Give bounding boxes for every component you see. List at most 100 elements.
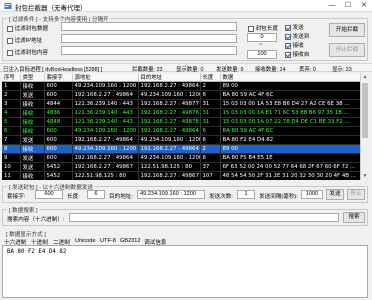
table-cell: 6 [200,153,221,163]
filter-data-input[interactable] [61,22,237,31]
scroll-down-icon[interactable]: ▼ [361,172,368,180]
tab-gb2312[interactable]: GB2312 [120,238,141,244]
table-row[interactable]: 2 发送 600 192.168.2.27 : 49864 49.234.109.160… [2,90,361,100]
table-cell: 600 [44,90,73,100]
stop-capture-button[interactable]: 停止拦截 [329,43,365,57]
filter-length-checkbox[interactable]: 封包长度 [248,24,278,32]
packet-table[interactable]: 序号 类型 套接字 源地址 目的地址 长度 数据 1 接收 600 49.234.10… [2,73,368,180]
start-capture-button[interactable]: 开始拦截 [329,23,365,37]
table-cell: 接收 [20,126,45,136]
recv-count: 接收数量: 14 [255,67,286,73]
table-cell: 6 [200,126,221,136]
table-cell: 122.51.98.125 : 80 [138,162,201,172]
filter-group: [ 过滤条件 ] - 支持多个内容使用 | 分隔开 过滤封包数据 过滤IP地址 … [2,15,368,61]
column-header[interactable]: 长度 [200,73,221,82]
search-label: 搜索内容（十六进制）: [7,217,65,223]
scroll-up-icon[interactable]: ▲ [361,73,368,81]
type-recv-checkbox[interactable]: 接收 [285,41,304,49]
table-cell: 31 [200,99,221,109]
search-input[interactable] [69,213,339,222]
table-cell: 192.168.2.27 : 49864 [138,144,201,154]
target-address-input[interactable]: 49.234.109.160 : 1200 [137,190,205,199]
table-cell: 49.234.109.160 : 1200 [138,90,201,100]
table-cell: 600 [44,135,73,145]
table-cell: 600 [44,144,73,154]
tab-utf8[interactable]: UTF-8 [100,238,116,244]
column-header[interactable]: 源地址 [72,73,139,82]
send-group: [ 发送封包 ] - 以十六进制数据发送 套接字: 600 长度: 6 目的地址… [2,183,368,203]
table-cell: 192.168.2.27 : 49864 [138,126,201,136]
search-button[interactable]: 搜索 [343,212,365,223]
socket-label: 套接字: [7,194,26,200]
length-max-input[interactable]: 100 [247,50,277,59]
table-row[interactable]: 6 接收 600 49.234.109.160 : 1200 192.168.2.27 … [2,126,361,136]
table-cell: 4836 [44,108,73,118]
filter-ip-input[interactable] [61,34,237,43]
title-bar: 封包拦截器（无毒代理） — ☐ ✕ [0,0,372,12]
table-cell: 37 [200,162,221,172]
filter-ip-checkbox[interactable]: 过滤IP地址 [7,36,42,44]
table-cell: BA 80 F5 B4 E5 1E [220,153,361,163]
table-cell: 发送 [20,90,45,100]
packet-display-area[interactable]: BA 80 F2 E4 D4 82 [2,245,368,298]
table-row[interactable]: 10 发送 5452 192.168.2.27 : 49867 122.51.98.12… [2,162,361,172]
filter-content-input[interactable] [61,46,237,55]
table-row[interactable]: 1 接收 600 49.234.109.160 : 1200 192.168.2.27 … [2,81,361,91]
table-cell: 121.36.239.140 : 443 [72,99,139,109]
send-interval-input[interactable]: 1000 [301,190,323,199]
send-times-input[interactable]: 1 [237,190,255,199]
table-cell: 49.234.109.160 : 1200 [72,81,139,91]
table-cell: 接收 [20,81,45,91]
table-row[interactable]: 11 接收 5452 122.51.98.125 : 80 192.168.2.27 :… [2,171,361,180]
close-button[interactable]: ✕ [356,0,372,12]
table-cell: 15 03 03 00 1A 07 22 78 D4 DE C1 BE 33 F… [220,117,361,127]
table-cell: 192.168.2.27 : 49864 [72,153,139,163]
table-cell: 48 54 54 50 2F 31 2E 31 20 32 30 30 20 4… [220,171,361,180]
column-header[interactable]: 序号 [2,73,21,82]
table-row[interactable]: 7 发送 600 192.168.2.27 : 49864 49.234.109.160… [2,135,361,145]
filter-data-checkbox[interactable]: 过滤封包数据 [7,24,48,32]
table-cell: 发送 [20,135,45,145]
display-tabs: 十六进制 十进制 二进制 Unicode UTF-8 GB2312 调试信息 [4,238,368,246]
send-button[interactable]: 发送 [326,189,344,200]
table-cell: 49.234.109.160 : 1200 [138,153,201,163]
table-row[interactable]: 8 接收 600 49.234.109.160 : 1200 192.168.2.27 … [2,144,361,154]
status-bar: 已注入目标进程 [ dvBoxHeadless [5288] ] 拦截数量: 2… [0,63,372,73]
column-header[interactable]: 数据 [220,73,361,82]
table-cell: 10 [2,162,21,172]
column-header[interactable]: 目的地址 [138,73,201,82]
scroll-thumb[interactable] [362,83,368,138]
table-cell: 3 [2,99,21,109]
table-cell: 15 03 03 00 1A E1 71 6C 53 88 B6 97 35 1… [220,108,361,118]
column-header[interactable]: 套接字 [44,73,73,82]
times-label: 发送次数: [209,194,233,200]
type-sendto-checkbox[interactable]: 发送到 [285,32,309,40]
type-send-checkbox[interactable]: 发送 [285,23,304,31]
length-min-input[interactable]: 0 [247,33,277,42]
table-cell: 4 [2,108,21,118]
column-header[interactable]: 类型 [20,73,45,82]
table-cell: 31 [200,117,221,127]
table-row[interactable]: 3 接收 4844 121.36.239.140 : 443 192.168.2.27 … [2,99,361,109]
minimize-button[interactable]: — [324,0,340,12]
search-group: [ 数据搜索 ] 搜索内容（十六进制）: 搜索 [2,206,368,226]
table-cell: 600 [44,81,73,91]
table-header-row: 序号 类型 套接字 源地址 目的地址 长度 数据 [2,73,361,82]
length-input[interactable]: 6 [87,190,105,199]
table-cell: 接收 [20,108,45,118]
stop-send-button[interactable]: 停止 [347,189,365,200]
tab-unicode[interactable]: Unicode [75,238,96,244]
table-cell: 2 [200,144,221,154]
table-cell: 49.234.109.160 : 1200 [72,144,139,154]
filter-content-checkbox[interactable]: 过滤封包内容 [7,48,48,56]
table-vertical-scrollbar[interactable]: ▲ ▼ [360,73,368,180]
table-cell: 192.168.2.27 : 49864 [72,135,139,145]
maximize-button[interactable]: ☐ [340,0,356,12]
table-cell: 192.168.2.27 : 49864 [72,90,139,100]
table-cell: 接收 [20,117,45,127]
type-recvfrom-checkbox[interactable]: 接收自 [285,50,309,58]
table-row[interactable]: 4 接收 4836 121.36.239.140 : 443 192.168.2.27 … [2,108,361,118]
table-row[interactable]: 5 接收 4848 121.36.239.140 : 443 192.168.2.27 … [2,117,361,127]
table-row[interactable]: 9 发送 600 192.168.2.27 : 49864 49.234.109.160… [2,153,361,163]
socket-input[interactable]: 600 [35,190,63,199]
